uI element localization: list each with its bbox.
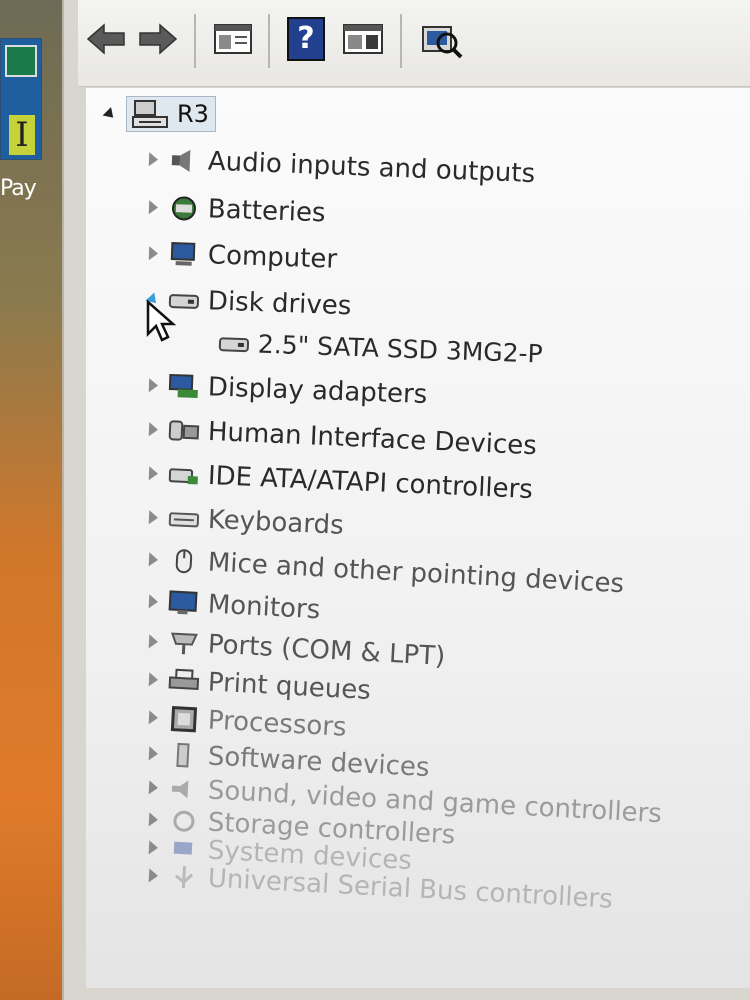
collapse-root-icon[interactable] [102, 106, 118, 122]
expand-icon[interactable] [142, 422, 165, 437]
tree-item-audio-inputs-and-outputs[interactable]: Audio inputs and outputs [141, 144, 536, 190]
storage-controller-icon [173, 810, 195, 832]
desktop-app-tile[interactable]: I [0, 38, 42, 160]
tree-item-label: Human Interface Devices [207, 416, 538, 462]
expand-icon[interactable] [142, 710, 165, 725]
tree-item-label: Keyboards [207, 504, 345, 541]
tree-item-label: Disk drives [207, 286, 352, 322]
help-button[interactable]: ? [286, 16, 326, 62]
tree-item-print-queues[interactable]: Print queues [141, 664, 372, 706]
help-icon: ? [287, 17, 325, 61]
port-icon [171, 632, 198, 655]
tree-item-keyboards[interactable]: Keyboards [141, 502, 344, 541]
tree-item-human-interface-devices[interactable]: Human Interface Devices [141, 414, 537, 461]
properties-icon [214, 24, 252, 54]
system-device-icon [173, 841, 193, 855]
toolbar: ? [78, 0, 750, 87]
expand-icon[interactable] [142, 246, 164, 261]
expand-icon[interactable] [142, 840, 165, 855]
back-button[interactable] [84, 16, 128, 62]
hid-icon [168, 420, 200, 441]
tree-item-batteries[interactable]: Batteries [141, 192, 326, 228]
scan-hardware-icon [422, 26, 463, 59]
expand-icon[interactable] [142, 510, 165, 525]
disk-drive-icon [218, 336, 250, 352]
tree-root[interactable]: R3 [102, 96, 216, 132]
speaker-icon [171, 149, 191, 172]
keyboard-icon [168, 512, 200, 528]
tree-item-display-adapters[interactable]: Display adapters [141, 370, 428, 410]
expand-icon[interactable] [142, 780, 165, 795]
ide-controller-icon [168, 468, 198, 485]
desktop-background: I Pay [0, 0, 70, 1000]
printer-icon [168, 668, 200, 690]
app-tile-i-icon: I [9, 115, 35, 155]
expand-icon[interactable] [142, 200, 164, 215]
update-driver-icon [343, 24, 383, 54]
expand-icon[interactable] [142, 466, 165, 481]
computer-icon [132, 100, 168, 128]
tree-item-ide-ata-atapi-controllers[interactable]: IDE ATA/ATAPI controllers [141, 458, 533, 505]
forward-arrow-icon [139, 23, 178, 55]
expand-icon[interactable] [142, 594, 165, 609]
forward-button[interactable] [136, 16, 180, 62]
expand-icon[interactable] [142, 378, 164, 393]
sound-icon [171, 780, 189, 799]
tree-item-label: 2.5" SATA SSD 3MG2-P [257, 329, 544, 369]
tree-item-label: Mice and other pointing devices [207, 547, 625, 600]
toolbar-separator [400, 14, 402, 68]
scan-hardware-button[interactable] [418, 16, 464, 62]
tree-item-label: Monitors [207, 589, 321, 626]
tree-item-label: Batteries [207, 194, 327, 229]
tree-item-monitors[interactable]: Monitors [141, 586, 321, 625]
software-device-icon [176, 742, 190, 768]
mouse-icon [175, 549, 193, 574]
expand-icon[interactable] [142, 746, 165, 761]
device-tree: R3 Audio inputs and outputs Batteries Co… [86, 88, 750, 988]
computer-icon [170, 242, 196, 266]
app-tile-icon [5, 45, 37, 77]
root-node-selected[interactable]: R3 [126, 96, 216, 132]
tree-item-label: Audio inputs and outputs [207, 146, 536, 190]
expand-icon[interactable] [142, 552, 165, 567]
display-adapter-icon [168, 373, 198, 398]
back-arrow-icon [86, 23, 125, 55]
expand-icon[interactable] [142, 812, 165, 827]
expand-icon[interactable] [142, 672, 165, 687]
tree-item-processors[interactable]: Processors [141, 702, 347, 743]
tree-item-label: Ports (COM & LPT) [207, 629, 446, 672]
expand-icon[interactable] [142, 634, 165, 649]
battery-icon [171, 196, 196, 221]
root-node-label: R3 [177, 100, 209, 128]
tree-item-label: Display adapters [207, 372, 428, 410]
tree-item-label: Processors [207, 705, 348, 743]
tree-item-label: IDE ATA/ATAPI controllers [207, 460, 534, 506]
tree-item-ports-com-lpt[interactable]: Ports (COM & LPT) [141, 626, 446, 672]
tree-item-ssd[interactable]: 2.5" SATA SSD 3MG2-P [213, 328, 543, 368]
expand-icon[interactable] [142, 868, 165, 883]
desktop-icon-label[interactable]: Pay [0, 176, 37, 201]
usb-icon [175, 866, 194, 889]
tree-item-label: Print queues [207, 667, 372, 706]
toolbar-separator [268, 14, 270, 68]
tree-item-label: Computer [207, 240, 338, 275]
update-driver-button[interactable] [340, 16, 386, 62]
tree-item-computer[interactable]: Computer [141, 238, 338, 275]
properties-button[interactable] [210, 16, 256, 62]
monitor-icon [168, 590, 198, 615]
mouse-cursor-icon [146, 300, 176, 342]
processor-icon [170, 706, 198, 733]
expand-icon[interactable] [142, 152, 165, 167]
toolbar-separator [194, 14, 196, 68]
